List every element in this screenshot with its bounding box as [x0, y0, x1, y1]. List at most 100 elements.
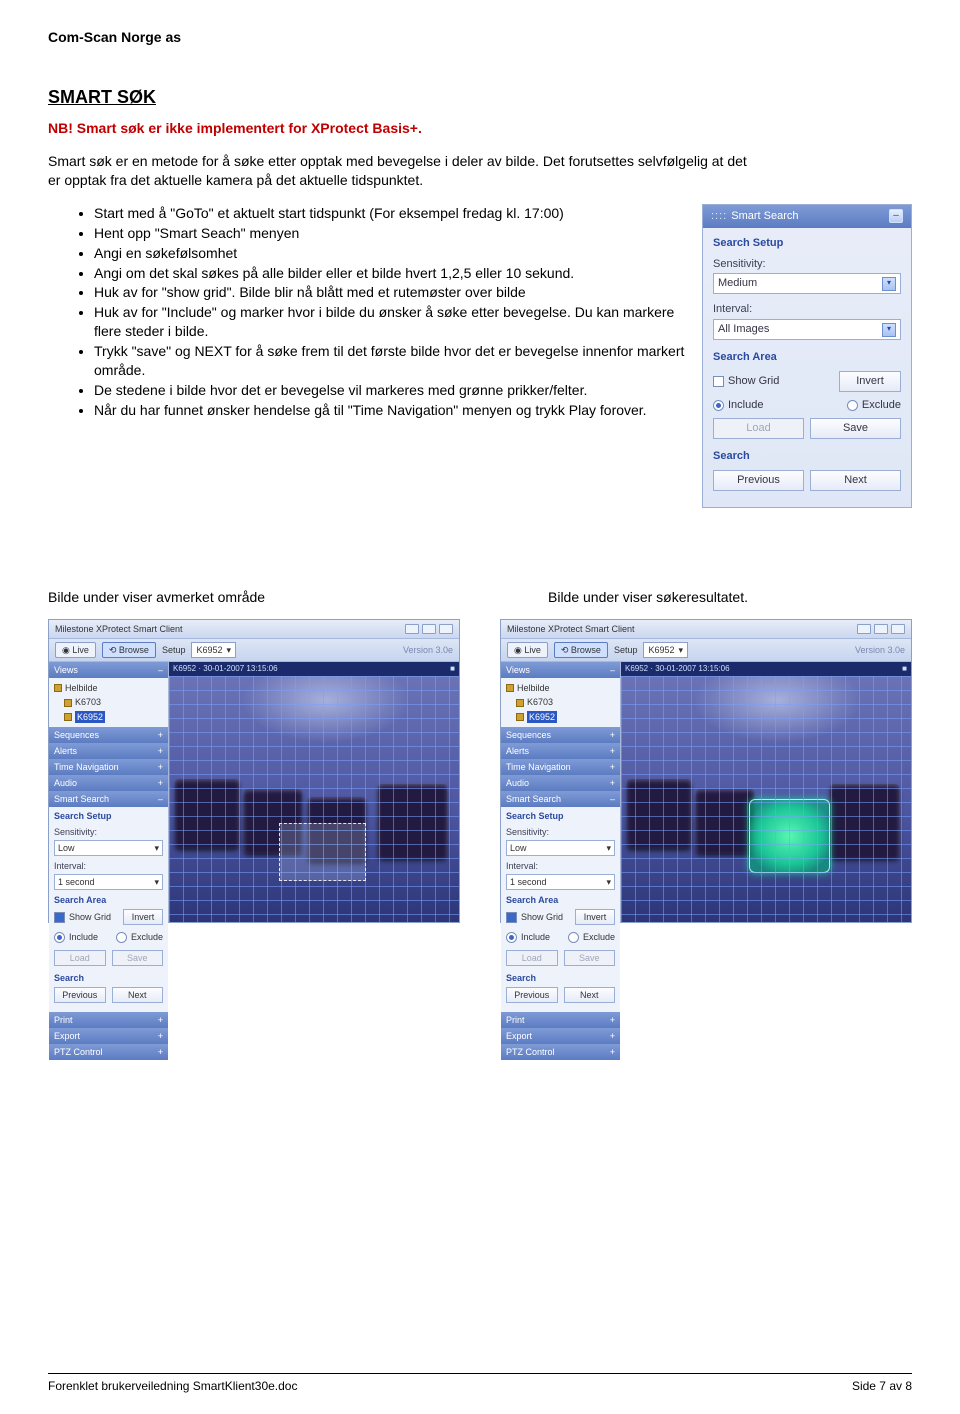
window-title: Milestone XProtect Smart Client	[55, 623, 183, 635]
sequences-header[interactable]: Sequences+	[501, 727, 620, 743]
checkbox-icon	[54, 912, 65, 923]
mini-invert-button[interactable]: Invert	[123, 909, 163, 925]
next-button[interactable]: Next	[810, 470, 901, 491]
tree-root[interactable]: Helbilde	[54, 681, 163, 695]
screenshots-row: Milestone XProtect Smart Client ◉ Live ⟲…	[48, 619, 912, 923]
load-button[interactable]: Load	[713, 418, 804, 439]
bullet-item: Start med å "GoTo" et aktuelt start tids…	[94, 204, 688, 223]
radio-icon	[116, 932, 127, 943]
mini-interval-select[interactable]: 1 second▾	[54, 874, 163, 890]
setup-select[interactable]: K6952 ▾	[191, 642, 236, 658]
export-header[interactable]: Export+	[501, 1028, 620, 1044]
folder-icon	[54, 684, 62, 692]
viewport-timestamp: K6952 · 30-01-2007 13:15:06	[625, 664, 730, 675]
mini-previous-button[interactable]: Previous	[54, 987, 106, 1003]
bullet-item: De stedene i bilde hvor det er bevegelse…	[94, 381, 688, 400]
maximize-icon[interactable]	[874, 624, 888, 634]
ptz-header[interactable]: PTZ Control+	[501, 1044, 620, 1060]
show-grid-checkbox[interactable]: Show Grid	[713, 374, 779, 389]
views-section-header[interactable]: Views–	[49, 662, 168, 678]
include-radio[interactable]: Include	[713, 398, 763, 413]
browse-mode-button[interactable]: ⟲ Browse	[554, 642, 608, 658]
tree-camera[interactable]: K6703	[506, 695, 615, 709]
window-title: Milestone XProtect Smart Client	[507, 623, 635, 635]
radio-icon	[54, 932, 65, 943]
version-label: Version 3.0e	[403, 644, 453, 656]
mini-load-button[interactable]: Load	[506, 950, 558, 966]
mini-save-button[interactable]: Save	[112, 950, 164, 966]
search-area-heading: Search Area	[713, 350, 901, 365]
mini-next-button[interactable]: Next	[112, 987, 164, 1003]
camera-icon	[64, 699, 72, 707]
search-setup-heading: Search Setup	[713, 236, 901, 251]
mini-save-button[interactable]: Save	[564, 950, 616, 966]
time-nav-header[interactable]: Time Navigation+	[501, 759, 620, 775]
mini-previous-button[interactable]: Previous	[506, 987, 558, 1003]
maximize-icon[interactable]	[422, 624, 436, 634]
viewport-close-icon[interactable]: ■	[450, 664, 455, 675]
live-mode-button[interactable]: ◉ Live	[55, 642, 96, 658]
print-header[interactable]: Print+	[501, 1012, 620, 1028]
panel-header[interactable]: ::::Smart Search –	[703, 205, 911, 228]
alerts-header[interactable]: Alerts+	[49, 743, 168, 759]
mini-show-grid-checkbox[interactable]: Show Grid	[506, 911, 563, 923]
invert-button[interactable]: Invert	[839, 371, 901, 392]
ptz-header[interactable]: PTZ Control+	[49, 1044, 168, 1060]
print-header[interactable]: Print+	[49, 1012, 168, 1028]
radio-icon	[568, 932, 579, 943]
mini-next-button[interactable]: Next	[564, 987, 616, 1003]
live-mode-button[interactable]: ◉ Live	[507, 642, 548, 658]
chevron-down-icon: ▾	[227, 644, 232, 656]
mini-include-radio[interactable]: Include	[54, 931, 98, 943]
smart-search-header[interactable]: Smart Search–	[49, 791, 168, 807]
bullet-item: Når du har funnet ønsker hendelse gå til…	[94, 401, 688, 420]
interval-select[interactable]: All Images ▾	[713, 319, 901, 340]
camera-icon	[64, 713, 72, 721]
bullet-item: Huk av for "Include" og marker hvor i bi…	[94, 303, 688, 341]
sensitivity-value: Medium	[718, 276, 757, 291]
viewport-close-icon[interactable]: ■	[902, 664, 907, 675]
mini-exclude-radio[interactable]: Exclude	[116, 931, 163, 943]
previous-button[interactable]: Previous	[713, 470, 804, 491]
setup-label: Setup	[162, 644, 186, 656]
bullet-item: Trykk "save" og NEXT for å søke frem til…	[94, 342, 688, 380]
smart-search-header[interactable]: Smart Search–	[501, 791, 620, 807]
mini-exclude-radio[interactable]: Exclude	[568, 931, 615, 943]
export-header[interactable]: Export+	[49, 1028, 168, 1044]
client-sidebar: Views– Helbilde K6703 K6952 Sequences+ A…	[49, 662, 169, 922]
tree-camera[interactable]: K6703	[54, 695, 163, 709]
browse-mode-button[interactable]: ⟲ Browse	[102, 642, 156, 658]
close-icon[interactable]	[439, 624, 453, 634]
mini-invert-button[interactable]: Invert	[575, 909, 615, 925]
tree-camera-selected[interactable]: K6952	[54, 710, 163, 724]
video-scene	[621, 676, 911, 922]
time-nav-header[interactable]: Time Navigation+	[49, 759, 168, 775]
audio-header[interactable]: Audio+	[501, 775, 620, 791]
close-icon[interactable]	[891, 624, 905, 634]
version-label: Version 3.0e	[855, 644, 905, 656]
video-viewport[interactable]: K6952 · 30-01-2007 13:15:06 ■	[621, 662, 911, 922]
alerts-header[interactable]: Alerts+	[501, 743, 620, 759]
chevron-down-icon: ▾	[606, 842, 611, 854]
video-viewport[interactable]: K6952 · 30-01-2007 13:15:06■	[169, 662, 459, 922]
tree-root[interactable]: Helbilde	[506, 681, 615, 695]
minimize-icon[interactable]	[857, 624, 871, 634]
save-button[interactable]: Save	[810, 418, 901, 439]
mini-sensitivity-select[interactable]: Low▾	[54, 840, 163, 856]
chevron-down-icon: ▾	[154, 876, 159, 888]
mini-show-grid-checkbox[interactable]: Show Grid	[54, 911, 111, 923]
tree-camera-selected[interactable]: K6952	[506, 710, 615, 724]
sequences-header[interactable]: Sequences+	[49, 727, 168, 743]
sensitivity-select[interactable]: Medium ▾	[713, 273, 901, 294]
views-section-header[interactable]: Views–	[501, 662, 620, 678]
setup-select[interactable]: K6952 ▾	[643, 642, 688, 658]
mini-load-button[interactable]: Load	[54, 950, 106, 966]
audio-header[interactable]: Audio+	[49, 775, 168, 791]
minimize-icon[interactable]	[405, 624, 419, 634]
collapse-icon[interactable]: –	[889, 209, 903, 223]
exclude-radio[interactable]: Exclude	[847, 398, 901, 413]
mini-sensitivity-select[interactable]: Low▾	[506, 840, 615, 856]
mini-interval-select[interactable]: 1 second▾	[506, 874, 615, 890]
mini-include-radio[interactable]: Include	[506, 931, 550, 943]
camera-icon	[516, 699, 524, 707]
